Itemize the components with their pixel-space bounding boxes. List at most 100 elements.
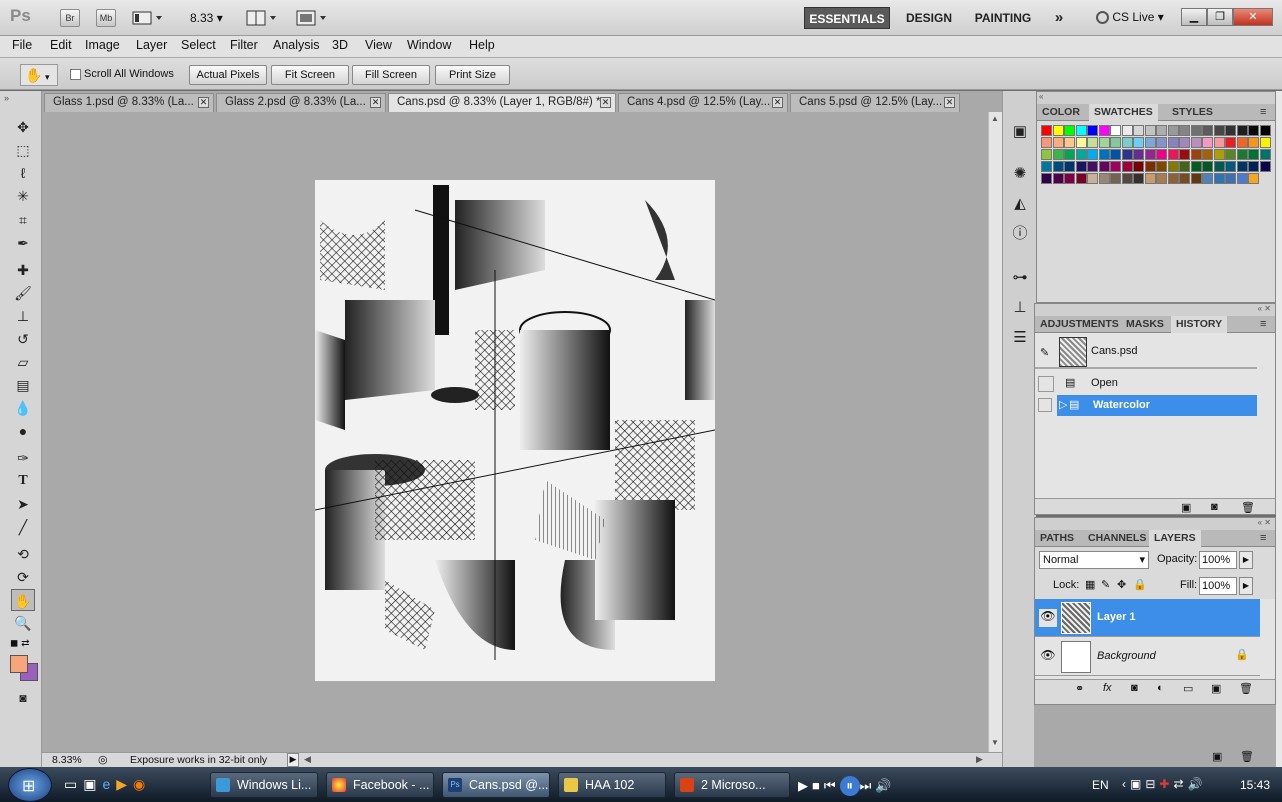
panel-collapse-icon[interactable]: « ✕ xyxy=(1035,304,1275,316)
3d-rotate-tool-icon[interactable]: ⟲ xyxy=(11,543,35,565)
color-swatch[interactable] xyxy=(1087,149,1098,160)
bridge-button[interactable]: Br xyxy=(60,9,80,27)
marquee-tool-icon[interactable]: ⬚ xyxy=(11,139,35,161)
color-swatch[interactable] xyxy=(1110,137,1121,148)
color-swatch[interactable] xyxy=(1225,161,1236,172)
opacity-input[interactable]: 100% xyxy=(1199,551,1237,569)
arrange-documents-dropdown[interactable] xyxy=(246,10,280,26)
hand-tool-icon[interactable]: ✋ xyxy=(11,589,35,611)
color-swatch[interactable] xyxy=(1156,161,1167,172)
color-swatch[interactable] xyxy=(1041,161,1052,172)
color-swatch[interactable] xyxy=(1213,161,1225,172)
color-swatch[interactable] xyxy=(1121,149,1133,160)
lock-all-icon[interactable]: 🔒 xyxy=(1133,578,1147,591)
visibility-eye-icon[interactable]: 👁 xyxy=(1039,648,1057,666)
color-swatch[interactable] xyxy=(1202,161,1213,172)
tab-color[interactable]: COLOR xyxy=(1037,104,1085,121)
language-indicator[interactable]: EN xyxy=(1092,778,1109,792)
color-swatch[interactable] xyxy=(1179,125,1190,136)
color-swatch[interactable] xyxy=(1144,173,1156,184)
color-swatch[interactable] xyxy=(1075,137,1087,148)
delete-state-icon[interactable]: 🗑 xyxy=(1241,501,1255,514)
color-swatch[interactable] xyxy=(1259,149,1271,160)
navigator-panel-icon[interactable]: ✺ xyxy=(1010,164,1030,184)
color-swatch[interactable] xyxy=(1052,173,1064,184)
mini-bridge-panel-icon[interactable]: ▣ xyxy=(1010,122,1030,142)
tab-cans-4[interactable]: Cans 4.psd @ 12.5% (Lay... ✕ xyxy=(618,93,788,112)
color-swatch[interactable] xyxy=(1041,173,1052,184)
eyedropper-tool-icon[interactable]: ✒ xyxy=(11,232,35,254)
lock-position-icon[interactable]: ✥ xyxy=(1117,578,1126,591)
tray-network-icon[interactable]: ⊟ xyxy=(1145,777,1159,791)
crop-tool-icon[interactable]: ⌗ xyxy=(11,209,35,231)
stop-icon[interactable]: ■ xyxy=(812,778,824,793)
color-swatch[interactable] xyxy=(1248,173,1259,184)
color-swatch[interactable] xyxy=(1064,149,1075,160)
dodge-tool-icon[interactable]: ● xyxy=(11,420,35,442)
color-swatch[interactable] xyxy=(1110,149,1121,160)
color-swatch[interactable] xyxy=(1225,173,1236,184)
volume-icon[interactable]: 🔊 xyxy=(875,778,895,793)
scroll-up-icon[interactable]: ▲ xyxy=(991,114,999,123)
tab-glass-1[interactable]: Glass 1.psd @ 8.33% (La... ✕ xyxy=(44,93,214,112)
tray-expand-icon[interactable]: ‹ xyxy=(1122,777,1130,791)
more-workspaces-button[interactable]: » xyxy=(1046,7,1072,29)
canvas-vertical-scrollbar[interactable]: ▲ ▼ xyxy=(988,112,1002,752)
history-item-watercolor[interactable]: ▷ ▤ Watercolor xyxy=(1057,395,1257,416)
document-canvas-area[interactable] xyxy=(42,112,988,752)
new-layer-icon[interactable]: ▣ xyxy=(1212,750,1222,763)
menu-edit[interactable]: Edit xyxy=(50,38,72,52)
color-swatch[interactable] xyxy=(1087,125,1098,136)
color-swatch[interactable] xyxy=(1075,161,1087,172)
move-tool-icon[interactable]: ✥ xyxy=(11,116,35,138)
media-icon[interactable]: ▶ xyxy=(798,778,812,793)
color-swatch[interactable] xyxy=(1225,137,1236,148)
color-swatch[interactable] xyxy=(1167,137,1179,148)
color-swatch[interactable] xyxy=(1202,125,1213,136)
zoom-tool-icon[interactable]: 🔍 xyxy=(11,612,35,634)
color-swatch[interactable] xyxy=(1179,173,1190,184)
color-swatch[interactable] xyxy=(1236,161,1248,172)
color-swatch[interactable] xyxy=(1190,125,1202,136)
delete-layer-icon[interactable]: 🗑 xyxy=(1239,682,1253,695)
color-swatch[interactable] xyxy=(1202,149,1213,160)
color-swatch[interactable] xyxy=(1179,149,1190,160)
tab-cans[interactable]: Cans.psd @ 8.33% (Layer 1, RGB/8#) * ✕ xyxy=(388,93,616,112)
close-tab-icon[interactable]: ✕ xyxy=(600,97,611,108)
color-swatch[interactable] xyxy=(1202,173,1213,184)
color-swatch[interactable] xyxy=(1259,137,1271,148)
menu-3d[interactable]: 3D xyxy=(332,38,348,52)
clone-stamp-tool-icon[interactable]: ⊥ xyxy=(11,305,35,327)
tab-masks[interactable]: MASKS xyxy=(1121,316,1169,333)
color-swatch[interactable] xyxy=(1052,137,1064,148)
pause-icon[interactable]: ⏸ xyxy=(839,776,860,796)
show-desktop-icon[interactable]: ▭ xyxy=(64,776,83,792)
tab-channels[interactable]: CHANNELS xyxy=(1083,530,1151,547)
workspace-design[interactable]: DESIGN xyxy=(898,7,960,29)
layer-style-icon[interactable]: fx xyxy=(1103,682,1112,694)
close-tab-icon[interactable]: ✕ xyxy=(944,97,955,108)
lasso-tool-icon[interactable]: ℓ xyxy=(11,162,35,184)
color-swatch[interactable] xyxy=(1225,125,1236,136)
color-swatch[interactable] xyxy=(1236,125,1248,136)
color-swatch[interactable] xyxy=(1167,149,1179,160)
brush-presets-panel-icon[interactable]: ⊶ xyxy=(1010,268,1030,288)
cs-live-menu[interactable]: CS Live ▾ xyxy=(1096,10,1164,25)
line-tool-icon[interactable]: ╱ xyxy=(11,516,35,538)
tab-cans-5[interactable]: Cans 5.psd @ 12.5% (Lay... ✕ xyxy=(790,93,960,112)
taskbar-item-windows-live[interactable]: Windows Li... xyxy=(210,772,318,798)
color-swatch[interactable] xyxy=(1167,161,1179,172)
menu-window[interactable]: Window xyxy=(407,38,451,52)
color-swatch[interactable] xyxy=(1064,137,1075,148)
menu-help[interactable]: Help xyxy=(469,38,495,52)
create-snapshot-icon[interactable]: ◙ xyxy=(1211,501,1218,513)
status-zoom[interactable]: 8.33% xyxy=(52,754,82,766)
layer-mask-icon[interactable]: ◙ xyxy=(1131,682,1138,694)
color-swatch[interactable] xyxy=(1236,149,1248,160)
actual-pixels-button[interactable]: Actual Pixels xyxy=(189,65,267,85)
panel-collapse-icon[interactable]: « ✕ xyxy=(1035,518,1275,530)
color-swatch[interactable] xyxy=(1133,137,1144,148)
close-tab-icon[interactable]: ✕ xyxy=(772,97,783,108)
color-swatch[interactable] xyxy=(1121,173,1133,184)
status-menu-arrow-icon[interactable]: ▶ xyxy=(287,753,299,767)
